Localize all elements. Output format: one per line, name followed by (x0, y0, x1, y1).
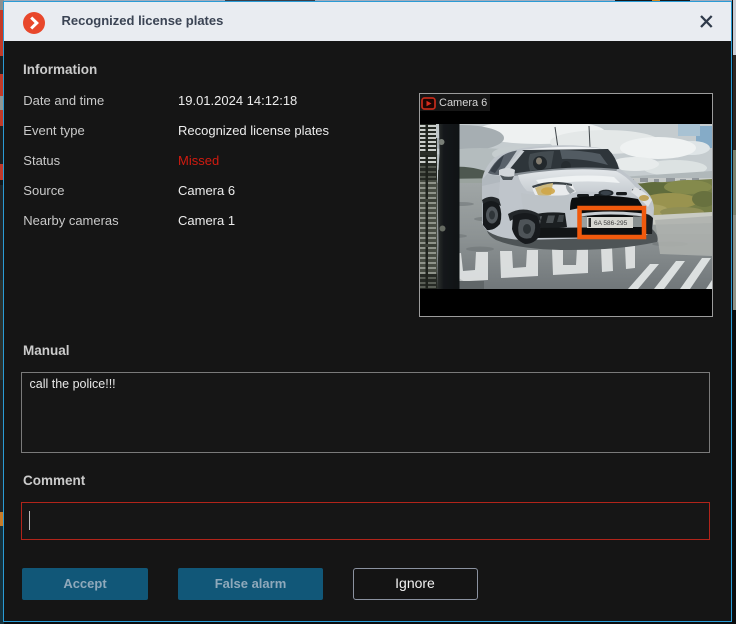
svg-text:6A 586-295: 6A 586-295 (594, 220, 628, 227)
